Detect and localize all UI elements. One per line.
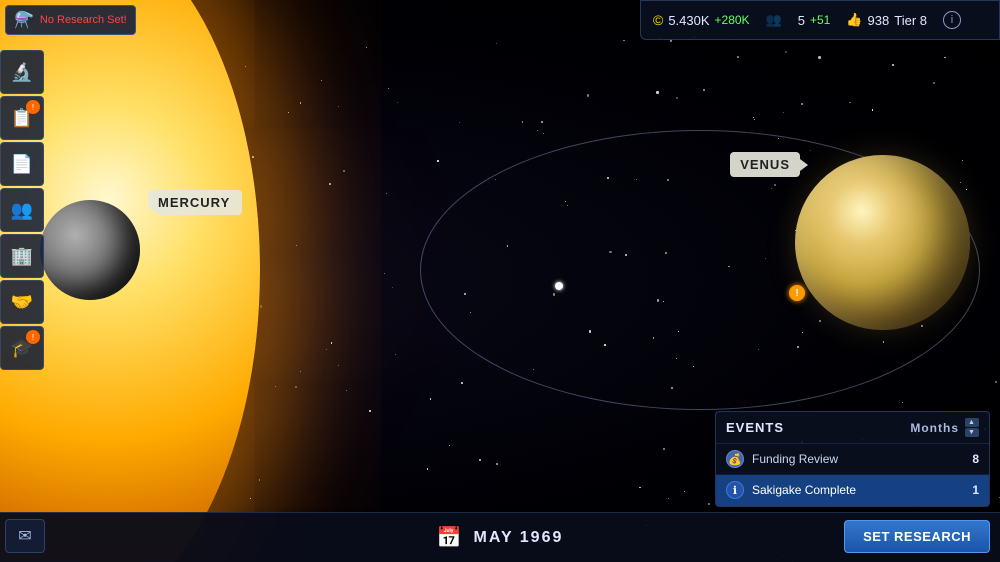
mail-button[interactable]: ✉: [5, 519, 45, 553]
alert-icon: !: [789, 285, 805, 301]
calendar-icon: 📅: [437, 525, 464, 550]
events-time-control: Months ▲ ▼: [910, 418, 979, 437]
events-panel: EVENTS Months ▲ ▼ 💰 Funding Review 8 ℹ S…: [715, 411, 990, 507]
venus-label: VENUS: [730, 152, 800, 177]
complete-icon: ℹ: [726, 481, 744, 499]
workers-delta: +51: [810, 13, 830, 27]
events-header: EVENTS Months ▲ ▼: [716, 412, 989, 444]
training-badge: !: [26, 330, 40, 344]
tier-value: Tier 8: [894, 13, 927, 28]
funding-event-name: Funding Review: [752, 452, 964, 466]
sidebar-item-facilities[interactable]: 🏢: [0, 234, 44, 278]
mercury-label: MERCURY: [148, 190, 242, 215]
top-bar: © 5.430K +280K 👥 5 +51 👍 938 Tier 8 i: [640, 0, 1000, 40]
sidebar-item-personnel[interactable]: 👥: [0, 188, 44, 232]
research-icon: 🔬: [11, 62, 33, 83]
mail-icon: ✉: [18, 526, 31, 546]
funding-icon: 💰: [726, 450, 744, 468]
contracts-icon: 🤝: [11, 292, 33, 313]
currency-display: © 5.430K +280K: [653, 12, 750, 28]
rep-icon: 👍: [846, 12, 862, 28]
venus-planet[interactable]: [795, 155, 970, 330]
sidebar-item-contracts[interactable]: 🤝: [0, 280, 44, 324]
sidebar-item-research[interactable]: 🔬: [0, 50, 44, 94]
personnel-icon: 👥: [11, 200, 33, 221]
months-stepper[interactable]: ▲ ▼: [965, 418, 979, 437]
date-display: 📅 MAY 1969: [437, 525, 564, 550]
event-row-sakigake[interactable]: ℹ Sakigake Complete 1: [716, 475, 989, 506]
reputation-display: 👍 938 Tier 8: [846, 12, 927, 28]
reputation-value: 938: [868, 13, 890, 28]
sidebar-item-missions[interactable]: 📋 !: [0, 96, 44, 140]
stepper-up[interactable]: ▲: [965, 418, 979, 427]
months-label: Months: [910, 421, 959, 435]
coin-icon: ©: [653, 12, 663, 28]
currency-delta: +280K: [715, 13, 750, 27]
sidebar-item-documents[interactable]: 📄: [0, 142, 44, 186]
events-title: EVENTS: [726, 420, 784, 435]
probe-dot-1: [555, 282, 563, 290]
left-sidebar: 🔬 📋 ! 📄 👥 🏢 🤝 🎓 !: [0, 50, 48, 370]
facilities-icon: 🏢: [11, 246, 33, 267]
info-button[interactable]: i: [943, 11, 961, 29]
workers-display: 5 +51: [798, 13, 831, 28]
event-row-funding[interactable]: 💰 Funding Review 8: [716, 444, 989, 475]
funding-event-count: 8: [972, 452, 979, 466]
set-research-button[interactable]: SET RESEARCH: [844, 520, 990, 553]
sakigake-event-count: 1: [972, 483, 979, 497]
stepper-down[interactable]: ▼: [965, 428, 979, 437]
date-value: MAY 1969: [474, 529, 564, 547]
sidebar-item-training[interactable]: 🎓 !: [0, 326, 44, 370]
flask-icon: ⚗️: [14, 10, 34, 30]
research-label: No Research Set!: [40, 14, 127, 26]
documents-icon: 📄: [11, 154, 33, 175]
currency-value: 5.430K: [668, 13, 709, 28]
missions-badge: !: [26, 100, 40, 114]
mercury-planet[interactable]: [40, 200, 140, 300]
workers-value: 5: [798, 13, 805, 28]
research-button[interactable]: ⚗️ No Research Set!: [5, 5, 136, 35]
sakigake-event-name: Sakigake Complete: [752, 483, 964, 497]
divider-1: 👥: [766, 12, 782, 28]
